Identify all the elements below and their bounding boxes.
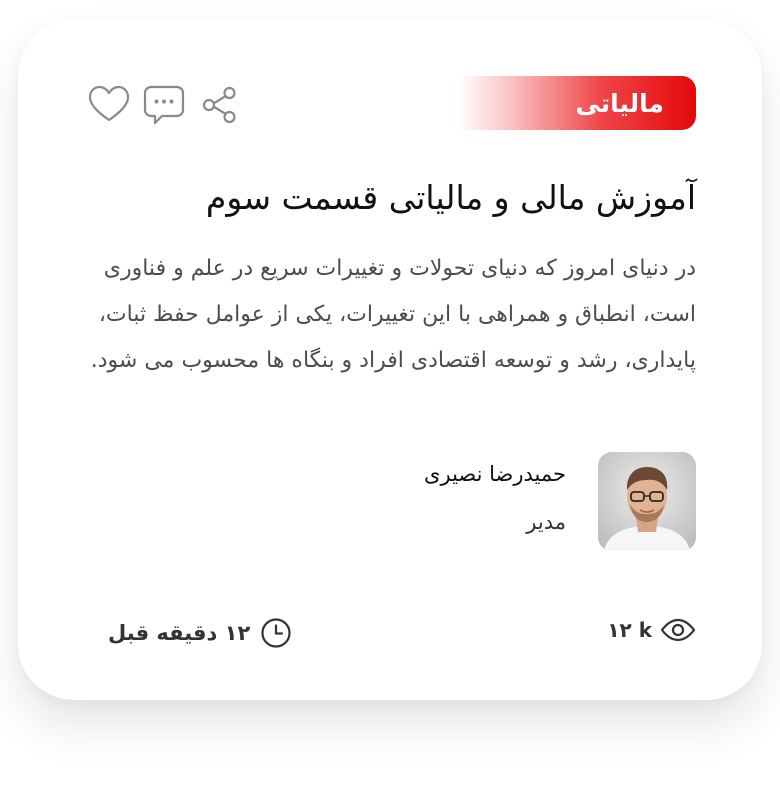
views-count: ۱۲ k	[607, 618, 652, 642]
share-icon	[202, 86, 236, 124]
heart-icon	[88, 85, 130, 122]
article-card[interactable]: مالیاتی آموزش مالی و مالیاتی قسمت سوم در…	[18, 20, 762, 700]
like-button[interactable]	[88, 84, 130, 126]
comment-icon	[143, 85, 185, 125]
time-ago: ۱۲ دقیقه قبل	[108, 617, 292, 649]
views-counter: ۱۲ k	[607, 618, 696, 642]
author-role: مدیر	[526, 510, 566, 534]
article-description: در دنیای امروز که دنیای تحولات و تغییرات…	[90, 256, 696, 373]
article-title[interactable]: آموزش مالی و مالیاتی قسمت سوم	[76, 178, 696, 217]
category-tag[interactable]: مالیاتی	[458, 76, 696, 130]
category-label: مالیاتی	[575, 88, 664, 118]
eye-icon	[660, 618, 696, 642]
time-ago-label: ۱۲ دقیقه قبل	[108, 621, 251, 645]
comment-button[interactable]	[143, 84, 185, 126]
author-name[interactable]: حمیدرضا نصیری	[424, 462, 566, 486]
share-button[interactable]	[199, 84, 241, 126]
clock-icon	[261, 618, 291, 648]
author-avatar[interactable]	[598, 452, 696, 551]
